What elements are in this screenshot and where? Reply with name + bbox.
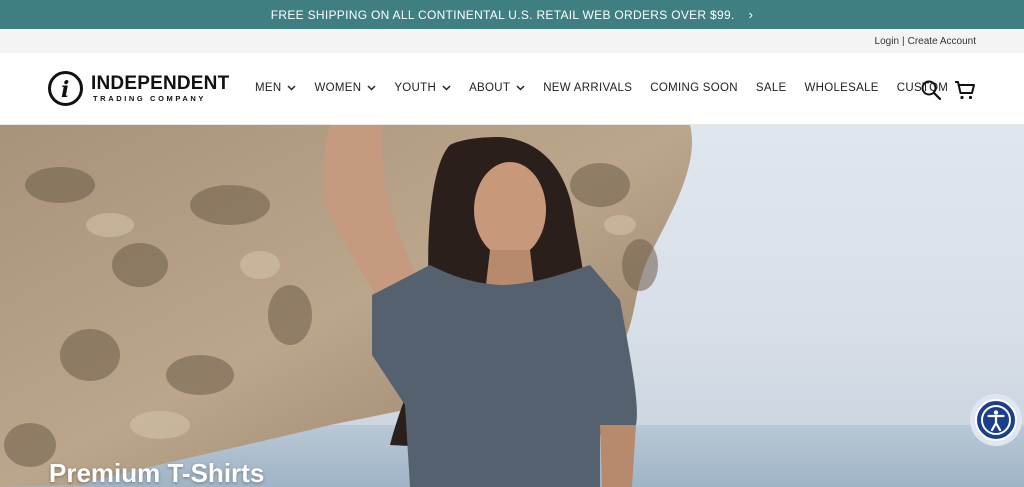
search-icon[interactable] bbox=[920, 79, 942, 101]
header-icons bbox=[908, 79, 976, 101]
main-nav: MEN WOMEN YOUTH ABOUT NEW ARRIVALS COMIN… bbox=[255, 82, 966, 94]
nav-item-label: YOUTH bbox=[394, 82, 437, 94]
account-links: Login | Create Account bbox=[875, 36, 976, 47]
site-header: i INDEPENDENT TRADING COMPANY MEN WOMEN … bbox=[0, 53, 1024, 125]
nav-item-coming-soon[interactable]: COMING SOON bbox=[650, 82, 738, 94]
nav-item-wholesale[interactable]: WHOLESALE bbox=[804, 82, 878, 94]
logo-mark-letter: i bbox=[61, 77, 70, 103]
hero-image bbox=[0, 125, 1024, 487]
cart-icon[interactable] bbox=[954, 79, 976, 101]
nav-item-label: MEN bbox=[255, 82, 282, 94]
nav-item-label: NEW ARRIVALS bbox=[543, 82, 633, 94]
nav-item-about[interactable]: ABOUT bbox=[469, 82, 525, 94]
logo-tagline: TRADING COMPANY bbox=[93, 94, 207, 103]
nav-item-label: SALE bbox=[755, 82, 787, 94]
create-account-link[interactable]: Create Account bbox=[908, 36, 976, 47]
hero-banner[interactable]: Premium T-Shirts bbox=[0, 125, 1024, 487]
logo-wordmark: INDEPENDENT bbox=[91, 73, 230, 94]
hero-title: Premium T-Shirts bbox=[49, 458, 265, 487]
promo-bar[interactable]: FREE SHIPPING ON ALL CONTINENTAL U.S. RE… bbox=[0, 0, 1024, 29]
login-link[interactable]: Login bbox=[875, 36, 899, 47]
nav-item-label: WHOLESALE bbox=[804, 82, 879, 94]
accessibility-button[interactable] bbox=[970, 394, 1022, 446]
promo-text[interactable]: FREE SHIPPING ON ALL CONTINENTAL U.S. RE… bbox=[271, 8, 735, 22]
chevron-down-icon bbox=[516, 85, 525, 91]
chevron-down-icon bbox=[367, 85, 376, 91]
brand-logo[interactable]: i INDEPENDENT TRADING COMPANY bbox=[48, 71, 238, 107]
account-bar: Login | Create Account bbox=[0, 29, 1024, 53]
accessibility-icon bbox=[975, 399, 1017, 441]
nav-item-label: WOMEN bbox=[314, 82, 362, 94]
nav-item-women[interactable]: WOMEN bbox=[314, 82, 376, 94]
nav-item-label: ABOUT bbox=[469, 82, 511, 94]
account-separator: | bbox=[902, 36, 905, 47]
logo-mark-icon: i bbox=[48, 71, 83, 106]
nav-item-men[interactable]: MEN bbox=[255, 82, 296, 94]
nav-item-label: COMING SOON bbox=[650, 82, 738, 94]
nav-item-youth[interactable]: YOUTH bbox=[394, 82, 451, 94]
nav-item-new-arrivals[interactable]: NEW ARRIVALS bbox=[543, 82, 632, 94]
promo-next-arrow[interactable]: › bbox=[749, 7, 754, 22]
chevron-down-icon bbox=[442, 85, 451, 91]
chevron-down-icon bbox=[287, 85, 296, 91]
nav-item-sale[interactable]: SALE bbox=[756, 82, 787, 94]
